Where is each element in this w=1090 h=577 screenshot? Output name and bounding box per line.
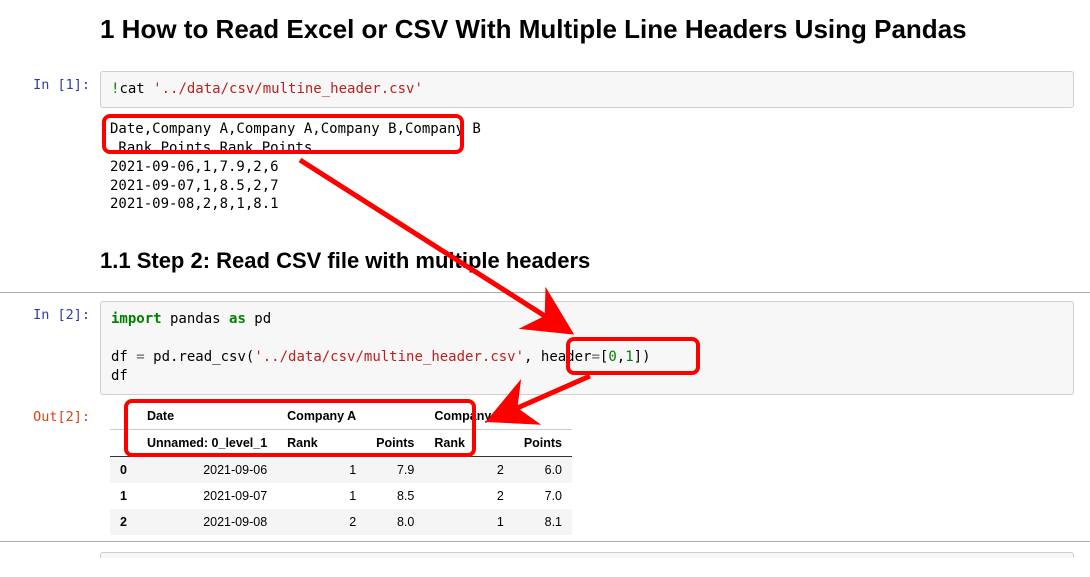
cell-b-rank: 1 xyxy=(424,509,513,535)
th-a-rank: Rank xyxy=(277,429,366,456)
stdout-1: Date,Company A,Company A,Company B,Compa… xyxy=(100,116,1074,218)
cell-b-rank: 2 xyxy=(424,456,513,483)
code-cell-2: In [2]: import pandas as pd df = pd.read… xyxy=(0,297,1090,399)
cell-date: 2021-09-06 xyxy=(137,456,277,483)
cell-b-pts: 8.1 xyxy=(514,509,572,535)
table-row: 2 2021-09-08 2 8.0 1 8.1 xyxy=(110,509,572,535)
cell-a-rank: 1 xyxy=(277,456,366,483)
next-cell-stub[interactable] xyxy=(100,552,1074,558)
code-input-2[interactable]: import pandas as pd df = pd.read_csv('..… xyxy=(100,301,1074,395)
prompt-empty-out1 xyxy=(0,116,100,218)
th-date-l0: Date xyxy=(137,403,277,430)
kw-as: as xyxy=(229,311,246,327)
csv-data-row2: 2021-09-07,1,8.5,2,7 xyxy=(110,178,279,194)
th-b-points: Points xyxy=(514,429,572,456)
num-1: 1 xyxy=(625,349,633,365)
row-idx: 1 xyxy=(110,483,137,509)
cell-b-rank: 2 xyxy=(424,483,513,509)
cell-a-rank: 1 xyxy=(277,483,366,509)
csv-header-row2: ,Rank,Points,Rank,Points xyxy=(110,140,312,156)
expr-df: df xyxy=(111,368,128,384)
code-input-1[interactable]: !cat '../data/csv/multine_header.csv' xyxy=(100,71,1074,108)
th-compb-l0: Company B xyxy=(424,403,513,430)
cell-separator xyxy=(0,292,1090,293)
th-b-rank: Rank xyxy=(424,429,513,456)
markdown-cell-subheading: 1.1 Step 2: Read CSV file with multiple … xyxy=(0,222,1090,290)
path-literal-1: '../data/csv/multine_header.csv' xyxy=(153,81,423,97)
header-level-0: Date Company A Company B xyxy=(110,403,572,430)
csv-header-row1: Date,Company A,Company A,Company B,Compa… xyxy=(110,121,481,137)
alias-pd: pd xyxy=(246,311,271,327)
table-row: 1 2021-09-07 1 8.5 2 7.0 xyxy=(110,483,572,509)
section-title: 1.1 Step 2: Read CSV file with multiple … xyxy=(100,248,1074,274)
th-blank xyxy=(110,403,137,430)
code-cell-1-output: Date,Company A,Company A,Company B,Compa… xyxy=(0,112,1090,222)
arg-header-name: , header xyxy=(524,349,591,365)
csv-data-row1: 2021-09-06,1,7.9,2,6 xyxy=(110,159,279,175)
markdown-cell-heading: 1 How to Read Excel or CSV With Multiple… xyxy=(0,0,1090,67)
cell-b-pts: 6.0 xyxy=(514,456,572,483)
table-row: 0 2021-09-06 1 7.9 2 6.0 xyxy=(110,456,572,483)
code-cell-2-output: Out[2]: Date Company A Company B Unnamed… xyxy=(0,399,1090,539)
header-level-1: Unnamed: 0_level_1 Rank Points Rank Poin… xyxy=(110,429,572,456)
op-assign-kw: = xyxy=(591,349,599,365)
cmd-cat: cat xyxy=(119,81,153,97)
cell-a-rank: 2 xyxy=(277,509,366,535)
row-idx: 2 xyxy=(110,509,137,535)
th-compa-l0: Company A xyxy=(277,403,366,430)
kw-import: import xyxy=(111,311,162,327)
th-compa2-l0 xyxy=(366,403,424,430)
mod-pandas: pandas xyxy=(162,311,229,327)
cell-date: 2021-09-07 xyxy=(137,483,277,509)
th-blank-l1 xyxy=(110,429,137,456)
in-prompt-1: In [1]: xyxy=(0,71,100,108)
read-csv-call: pd.read_csv( xyxy=(145,349,255,365)
notebook: 1 How to Read Excel or CSV With Multiple… xyxy=(0,0,1090,558)
num-0: 0 xyxy=(608,349,616,365)
list-comma: , xyxy=(617,349,625,365)
th-a-points: Points xyxy=(366,429,424,456)
var-df: df xyxy=(111,349,136,365)
cell-date: 2021-09-08 xyxy=(137,509,277,535)
row-idx: 0 xyxy=(110,456,137,483)
cell-a-pts: 8.5 xyxy=(366,483,424,509)
dataframe-output: Date Company A Company B Unnamed: 0_leve… xyxy=(110,403,572,535)
code-cell-1: In [1]: !cat '../data/csv/multine_header… xyxy=(0,67,1090,112)
csv-data-row3: 2021-09-08,2,8,1,8.1 xyxy=(110,196,279,212)
bracket-close: ]) xyxy=(634,349,651,365)
th-unnamed: Unnamed: 0_level_1 xyxy=(137,429,277,456)
cell-a-pts: 7.9 xyxy=(366,456,424,483)
in-prompt-2: In [2]: xyxy=(0,301,100,395)
cell-b-pts: 7.0 xyxy=(514,483,572,509)
op-assign: = xyxy=(136,349,144,365)
th-compb2-l0 xyxy=(514,403,572,430)
page-title: 1 How to Read Excel or CSV With Multiple… xyxy=(100,14,1074,45)
out-prompt-2: Out[2]: xyxy=(0,403,100,535)
prompt-empty xyxy=(0,4,100,63)
prompt-empty-2 xyxy=(0,226,100,286)
cell-a-pts: 8.0 xyxy=(366,509,424,535)
cell-separator-2 xyxy=(0,541,1090,542)
path-literal-2: '../data/csv/multine_header.csv' xyxy=(254,349,524,365)
